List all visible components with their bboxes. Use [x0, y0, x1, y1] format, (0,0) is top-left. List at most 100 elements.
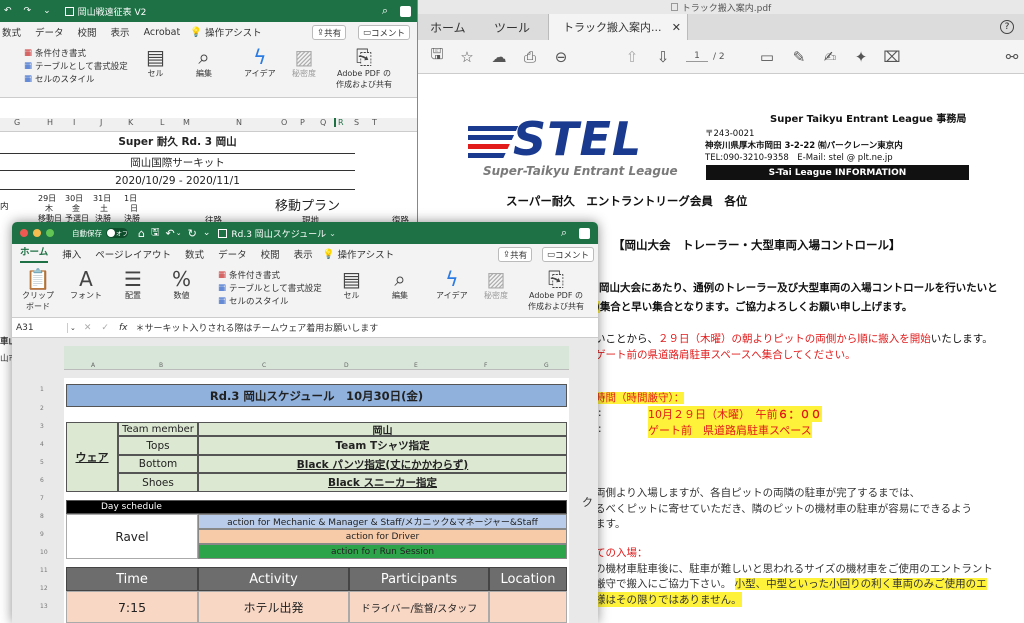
window-close-dot[interactable]: [20, 229, 28, 237]
cell-group[interactable]: ▤ セル: [146, 46, 165, 79]
legend-mechanic[interactable]: action for Mechanic & Manager & Staff/メカ…: [198, 514, 567, 529]
row-2[interactable]: 2: [40, 405, 44, 412]
pdf-doc-tab[interactable]: トラック搬入案内... ✕: [548, 14, 689, 40]
col-a[interactable]: A: [91, 362, 95, 369]
wear-label[interactable]: ウェア: [66, 422, 118, 492]
team-member-value[interactable]: 岡山: [198, 422, 567, 436]
number-group[interactable]: % 数値: [172, 268, 191, 301]
page-number-input[interactable]: 1: [686, 51, 708, 62]
cell-group[interactable]: ▤ セル: [342, 268, 361, 301]
col-t[interactable]: T: [372, 118, 377, 127]
legend-run-session[interactable]: action fo r Run Session: [198, 544, 567, 559]
tab-home[interactable]: ホーム: [20, 245, 49, 263]
comment-button[interactable]: ▭ コメント: [542, 247, 595, 262]
help-icon[interactable]: ?: [1000, 20, 1014, 34]
undo-icon[interactable]: ↶: [4, 6, 12, 16]
col-p[interactable]: P: [300, 118, 305, 127]
row-3[interactable]: 3: [40, 423, 44, 430]
col-n[interactable]: N: [236, 118, 242, 127]
qat-more-icon[interactable]: ⌄: [203, 228, 211, 238]
format-as-table-button[interactable]: ▦ テーブルとして書式設定: [218, 281, 322, 294]
cancel-formula-icon[interactable]: ✕: [84, 323, 92, 333]
edit-group[interactable]: ⌕ 編集: [392, 268, 408, 301]
page-up-icon[interactable]: ⇧: [623, 48, 641, 66]
name-box[interactable]: A31: [16, 322, 68, 333]
ravel-label[interactable]: Ravel: [66, 514, 198, 559]
team-member-label[interactable]: Team member: [118, 422, 198, 436]
align-group[interactable]: ☰ 配置: [124, 268, 142, 301]
row-12[interactable]: 12: [40, 585, 48, 592]
title-dropdown-icon[interactable]: ⌄: [329, 229, 336, 238]
zoom-out-icon[interactable]: ⊖: [552, 48, 570, 66]
undo-dropdown-icon[interactable]: ⌄: [176, 229, 182, 237]
col-r[interactable]: R: [334, 118, 344, 127]
row-10[interactable]: 10: [40, 549, 48, 556]
redo-icon[interactable]: ↻: [188, 227, 197, 240]
col-j[interactable]: J: [100, 118, 102, 127]
header-location[interactable]: Location: [489, 567, 567, 591]
tab-review[interactable]: 校閲: [261, 247, 280, 261]
back-dates-cell[interactable]: 2020/10/29 - 2020/11/1: [0, 172, 355, 190]
col-s[interactable]: S: [354, 118, 359, 127]
col-q[interactable]: Q: [320, 118, 326, 127]
bottom-label[interactable]: Bottom: [118, 455, 198, 473]
tab-view[interactable]: 表示: [294, 247, 313, 261]
account-icon[interactable]: [400, 5, 411, 17]
row-1[interactable]: 1: [40, 386, 44, 393]
menu-formulas[interactable]: 数式: [2, 25, 21, 39]
tab-data[interactable]: データ: [218, 247, 247, 261]
row-11[interactable]: 11: [40, 567, 48, 574]
window-zoom-dot[interactable]: [46, 229, 54, 237]
shoes-value[interactable]: Black スニーカー指定: [198, 473, 567, 492]
formula-input[interactable]: ＊サーキット入りされる際はチームウェア着用お願いします: [135, 321, 378, 334]
window-minimize-dot[interactable]: [33, 229, 41, 237]
col-m[interactable]: M: [183, 118, 190, 127]
format-as-table-button[interactable]: ▦ テーブルとして書式設定: [24, 59, 128, 72]
menu-data[interactable]: データ: [35, 25, 64, 39]
adobe-pdf-group[interactable]: ⎘ Adobe PDF の作成および共有: [528, 268, 584, 312]
clipboard-group[interactable]: 📋 クリップ ボード: [22, 268, 54, 312]
back-circuit-cell[interactable]: 岡山国際サーキット: [0, 153, 355, 171]
idea-group[interactable]: ϟ アイデア: [436, 268, 468, 301]
row-9[interactable]: 9: [40, 531, 44, 538]
save-icon[interactable]: 🖫: [428, 44, 446, 69]
row1-location[interactable]: [489, 591, 567, 623]
tell-me[interactable]: 操作アシスト: [205, 25, 262, 39]
measure-icon[interactable]: ⌧: [883, 48, 901, 66]
redo-icon[interactable]: ↷: [24, 6, 32, 16]
col-k[interactable]: K: [128, 118, 133, 127]
pdf-tab-home[interactable]: ホーム: [430, 19, 480, 36]
save-icon[interactable]: 🖫: [151, 225, 160, 242]
row1-time[interactable]: 7:15: [66, 591, 198, 623]
comment-icon[interactable]: ▭: [758, 48, 776, 66]
upload-icon[interactable]: ☁: [490, 48, 508, 66]
col-e[interactable]: E: [414, 362, 418, 369]
bookmark-star-icon[interactable]: ☆: [458, 48, 476, 66]
sensitivity-group[interactable]: ▨ 秘密度: [292, 46, 316, 79]
page-down-icon[interactable]: ⇩: [654, 48, 672, 66]
row1-participants[interactable]: ドライバー/監督/スタッフ: [349, 591, 489, 623]
row-8[interactable]: 8: [40, 513, 44, 520]
menu-review[interactable]: 校閲: [78, 25, 97, 39]
row-7[interactable]: 7: [40, 495, 44, 502]
tops-label[interactable]: Tops: [118, 436, 198, 455]
row-5[interactable]: 5: [40, 459, 44, 466]
bottom-value[interactable]: Black パンツ指定(丈にかかわらず): [198, 455, 567, 473]
row1-activity[interactable]: ホテル出発: [198, 591, 349, 623]
print-icon[interactable]: ⎙: [521, 48, 539, 66]
header-activity[interactable]: Activity: [198, 567, 349, 591]
row-6[interactable]: 6: [40, 477, 44, 484]
col-l[interactable]: L: [160, 118, 164, 127]
adobe-pdf-group[interactable]: ⎘ Adobe PDF の作成および共有: [336, 46, 392, 90]
menu-view[interactable]: 表示: [111, 25, 130, 39]
col-g[interactable]: G: [544, 362, 549, 369]
qat-more-icon[interactable]: ⌄: [43, 6, 51, 16]
schedule-title[interactable]: Rd.3 岡山スケジュール 10月30日(金): [66, 384, 567, 407]
tab-insert[interactable]: 挿入: [62, 247, 81, 261]
link-icon[interactable]: ⚯: [1003, 48, 1021, 66]
menu-acrobat[interactable]: Acrobat: [144, 27, 181, 38]
share-button[interactable]: ⇪ 共有: [312, 25, 347, 40]
row-4[interactable]: 4: [40, 441, 44, 448]
col-c[interactable]: C: [262, 362, 266, 369]
col-o[interactable]: O: [281, 118, 287, 127]
